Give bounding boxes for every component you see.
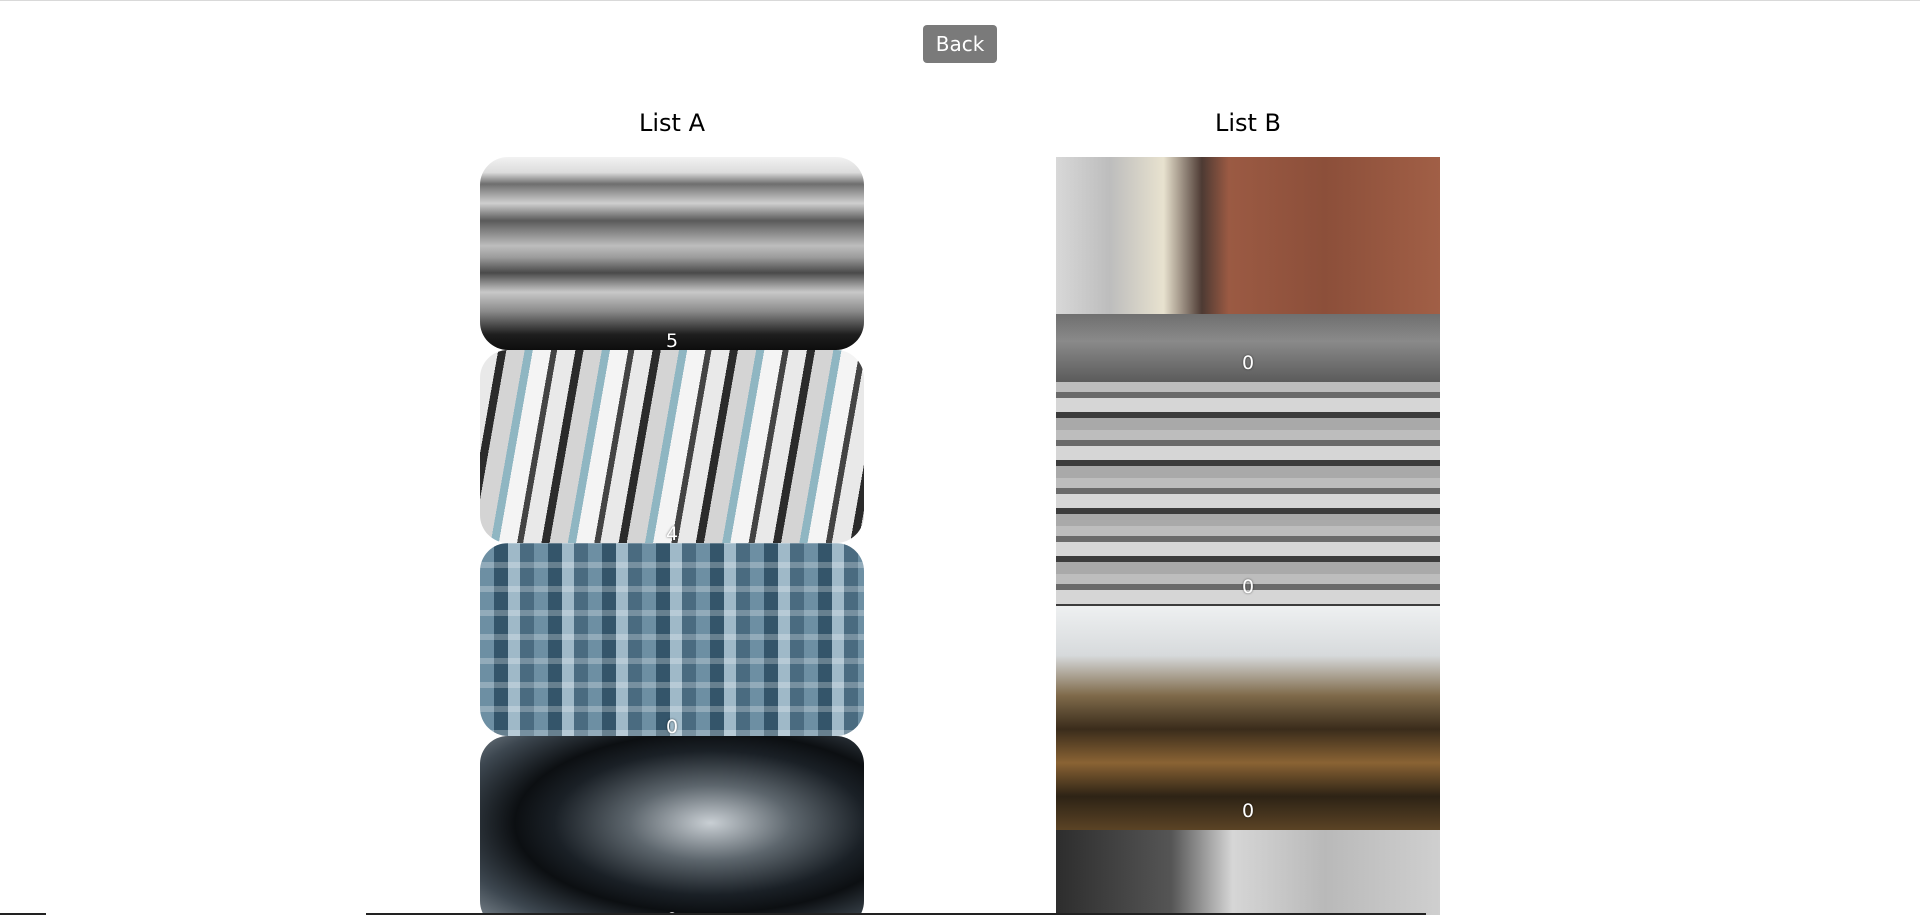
back-button[interactable]: Back [923,25,997,63]
list-b-card-concrete-architecture[interactable] [1056,830,1440,915]
page: Back List A List B 5 4 0 0 0 0 0 [0,0,1920,915]
card-count: 0 [1241,352,1255,374]
list-a-card-parking-garage[interactable]: 5 [480,157,864,350]
list-a-card-liquid-metal[interactable]: 0 [480,736,864,915]
card-count: 0 [1241,800,1255,822]
list-a-card-blue-cubes[interactable]: 0 [480,543,864,736]
list-a-card-torn-posters[interactable]: 4 [480,350,864,543]
card-count: 0 [1241,576,1255,598]
list-b-card-city-street[interactable]: 0 [1056,157,1440,382]
list-b-card-foggy-forest[interactable]: 0 [1056,606,1440,830]
card-count: 5 [665,330,679,350]
list-b-title: List B [1214,109,1282,137]
card-count: 0 [665,716,679,736]
list-a-title: List A [639,109,705,137]
list-b-card-motion-blur-street[interactable]: 0 [1056,382,1440,606]
card-count: 4 [665,523,679,543]
